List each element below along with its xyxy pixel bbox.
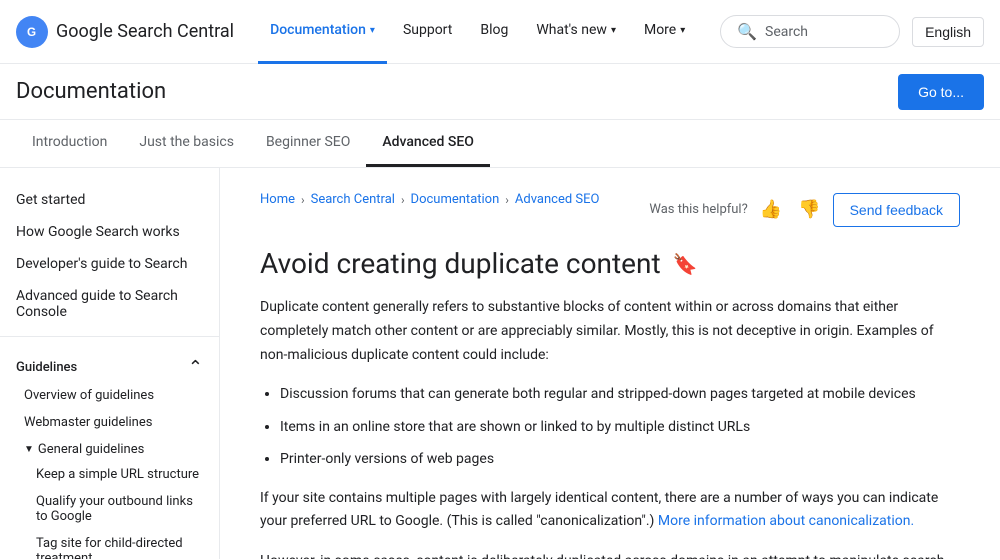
- breadcrumb-sep-1: ›: [301, 193, 305, 207]
- tab-beginner-seo[interactable]: Beginner SEO: [250, 120, 366, 167]
- logo-area[interactable]: G Google Search Central: [16, 16, 234, 48]
- breadcrumb-wrapper: Home › Search Central › Documentation › …: [260, 192, 960, 227]
- breadcrumb: Home › Search Central › Documentation › …: [260, 192, 599, 207]
- intro-paragraph: Duplicate content generally refers to su…: [260, 296, 960, 367]
- sub-header: Documentation Go to...: [0, 64, 1000, 120]
- page-section-title: Documentation: [16, 79, 166, 104]
- breadcrumb-home[interactable]: Home: [260, 192, 295, 207]
- main-content: Home › Search Central › Documentation › …: [220, 168, 1000, 559]
- thumbs-up-icon: 👍: [760, 199, 782, 219]
- thumbs-down-icon: 👎: [798, 199, 820, 219]
- svg-text:G: G: [27, 26, 36, 39]
- breadcrumb-search-central[interactable]: Search Central: [311, 192, 395, 207]
- sidebar-item-general-guidelines-header: ▼ General guidelines: [0, 436, 219, 461]
- sidebar-item-get-started[interactable]: Get started: [0, 184, 219, 216]
- chevron-down-icon: ▾: [370, 25, 375, 36]
- nav-link-whats-new[interactable]: What's new ▾: [524, 0, 628, 64]
- sidebar-item-keep-simple-url[interactable]: Keep a simple URL structure: [0, 461, 219, 488]
- sidebar-item-how-google-search-works[interactable]: How Google Search works: [0, 216, 219, 248]
- breadcrumb-sep-2: ›: [401, 193, 405, 207]
- logo-icon: G: [16, 16, 48, 48]
- go-to-button[interactable]: Go to...: [898, 74, 984, 110]
- manipulation-paragraph: However, in some cases, content is delib…: [260, 550, 960, 559]
- sidebar-item-developers-guide[interactable]: Developer's guide to Search: [0, 248, 219, 280]
- nav-link-more[interactable]: More ▾: [632, 0, 697, 64]
- nav-link-documentation[interactable]: Documentation ▾: [258, 0, 387, 64]
- bookmark-icon[interactable]: 🔖: [673, 252, 698, 276]
- feedback-section: Was this helpful? 👍 👎 Send feedback: [649, 193, 960, 227]
- sidebar-section-guidelines: Guidelines ⌃: [0, 345, 219, 382]
- nav-right: 🔍 Search English: [720, 15, 984, 48]
- tab-advanced-seo[interactable]: Advanced SEO: [366, 120, 490, 167]
- breadcrumb-sep-3: ›: [505, 193, 509, 207]
- thumbs-down-button[interactable]: 👎: [794, 195, 824, 224]
- sidebar-item-advanced-guide[interactable]: Advanced guide to Search Console: [0, 280, 219, 328]
- sidebar-item-overview-guidelines[interactable]: Overview of guidelines: [0, 382, 219, 409]
- thumbs-up-button[interactable]: 👍: [756, 195, 786, 224]
- triangle-icon: ▼: [24, 444, 34, 455]
- chevron-down-icon: ▾: [680, 25, 685, 36]
- sidebar-item-tag-child-directed[interactable]: Tag site for child-directed treatment: [0, 530, 219, 559]
- search-icon: 🔍: [737, 22, 757, 41]
- canonicalization-paragraph: If your site contains multiple pages wit…: [260, 487, 960, 535]
- sidebar-item-qualify-outbound[interactable]: Qualify your outbound links to Google: [0, 488, 219, 530]
- list-item-2: Items in an online store that are shown …: [280, 416, 960, 438]
- nav-links: Documentation ▾ Support Blog What's new …: [258, 0, 720, 64]
- send-feedback-button[interactable]: Send feedback: [833, 193, 960, 227]
- page-title: Avoid creating duplicate content: [260, 247, 661, 280]
- canonicalization-link[interactable]: More information about canonicalization.: [658, 513, 914, 529]
- sidebar-item-webmaster-guidelines[interactable]: Webmaster guidelines: [0, 409, 219, 436]
- sidebar-divider: [0, 336, 219, 337]
- language-button[interactable]: English: [912, 17, 984, 47]
- main-layout: Get started How Google Search works Deve…: [0, 168, 1000, 559]
- helpful-text: Was this helpful?: [649, 202, 747, 217]
- content-list: Discussion forums that can generate both…: [280, 383, 960, 470]
- page-title-row: Avoid creating duplicate content 🔖: [260, 247, 960, 280]
- tab-introduction[interactable]: Introduction: [16, 120, 123, 167]
- tab-just-the-basics[interactable]: Just the basics: [123, 120, 250, 167]
- logo-text: Google Search Central: [56, 21, 234, 42]
- breadcrumb-advanced-seo[interactable]: Advanced SEO: [515, 192, 600, 207]
- nav-link-blog[interactable]: Blog: [468, 0, 520, 64]
- tab-bar: Introduction Just the basics Beginner SE…: [0, 120, 1000, 168]
- list-item-1: Discussion forums that can generate both…: [280, 383, 960, 405]
- list-item-3: Printer-only versions of web pages: [280, 448, 960, 470]
- top-nav: G Google Search Central Documentation ▾ …: [0, 0, 1000, 64]
- chevron-down-icon: ▾: [611, 25, 616, 36]
- search-box[interactable]: 🔍 Search: [720, 15, 900, 48]
- collapse-icon[interactable]: ⌃: [188, 357, 203, 378]
- nav-link-support[interactable]: Support: [391, 0, 464, 64]
- breadcrumb-documentation[interactable]: Documentation: [411, 192, 500, 207]
- sidebar: Get started How Google Search works Deve…: [0, 168, 220, 559]
